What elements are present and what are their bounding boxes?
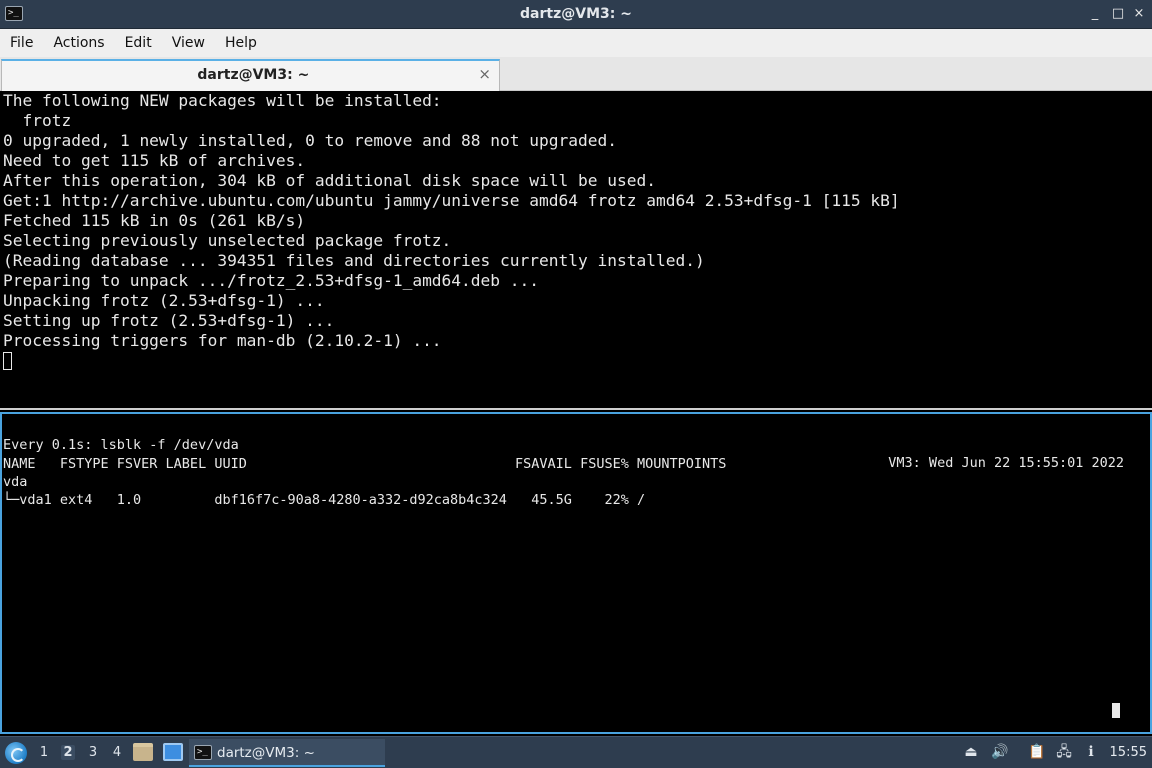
task-label: dartz@VM3: ~ <box>217 745 315 761</box>
terminal-line: Processing triggers for man-db (2.10.2-1… <box>3 331 442 350</box>
terminal-line: Preparing to unpack .../frotz_2.53+dfsg-… <box>3 271 540 290</box>
tab-close-icon[interactable]: × <box>478 65 491 83</box>
terminal-icon: >_ <box>194 745 212 760</box>
notification-icon[interactable]: ℹ <box>1082 743 1100 761</box>
watch-command: Every 0.1s: lsblk -f /dev/vda <box>3 437 239 453</box>
desktop-switch-4[interactable]: 4 <box>110 745 124 760</box>
text-cursor <box>3 352 12 370</box>
menu-bar: File Actions Edit View Help <box>0 29 1152 57</box>
watch-header: Every 0.1s: lsblk -f /dev/vda VM3: Wed J… <box>2 418 1150 471</box>
menu-help[interactable]: Help <box>225 35 257 51</box>
lsblk-header-row: NAME FSTYPE FSVER LABEL UUID FSAVAIL FSU… <box>3 456 727 472</box>
terminal-line: Need to get 115 kB of archives. <box>3 151 306 170</box>
clipboard-icon[interactable]: 📋 <box>1028 743 1046 761</box>
tab-bar: dartz@VM3: ~ × <box>0 57 1152 91</box>
terminal-line: frotz <box>3 111 72 130</box>
window-title: dartz@VM3: ~ <box>520 6 632 22</box>
terminal-pane-bottom[interactable]: Every 0.1s: lsblk -f /dev/vda VM3: Wed J… <box>0 412 1152 734</box>
tab-label: dartz@VM3: ~ <box>197 67 310 83</box>
menu-file[interactable]: File <box>10 35 33 51</box>
terminal-line: After this operation, 304 kB of addition… <box>3 171 656 190</box>
lsblk-output: NAME FSTYPE FSVER LABEL UUID FSAVAIL FSU… <box>2 455 726 509</box>
terminal-line: Get:1 http://archive.ubuntu.com/ubuntu j… <box>3 191 900 210</box>
desktop-switch-1[interactable]: 1 <box>37 745 51 760</box>
network-icon[interactable]: 🖧 <box>1055 743 1073 761</box>
menu-edit[interactable]: Edit <box>125 35 152 51</box>
file-manager-icon[interactable] <box>133 743 153 761</box>
clock[interactable]: 15:55 <box>1110 745 1147 760</box>
desktop-switch-3[interactable]: 3 <box>86 745 100 760</box>
taskbar-task-terminal[interactable]: >_ dartz@VM3: ~ <box>189 739 385 767</box>
menu-actions[interactable]: Actions <box>53 35 104 51</box>
lsblk-row: └─vda1 ext4 1.0 dbf16f7c-90a8-4280-a332-… <box>3 492 646 508</box>
terminal-line: The following NEW packages will be insta… <box>3 91 442 110</box>
menu-view[interactable]: View <box>172 35 205 51</box>
terminal-tab[interactable]: dartz@VM3: ~ × <box>1 59 500 91</box>
show-desktop-icon[interactable] <box>163 743 183 761</box>
start-menu-icon[interactable] <box>5 742 27 764</box>
minimize-button[interactable]: _ <box>1086 6 1104 24</box>
lsblk-row: vda <box>3 474 28 490</box>
eject-icon[interactable]: ⏏ <box>962 743 980 761</box>
text-cursor <box>1112 703 1120 718</box>
terminal-line: Setting up frotz (2.53+dfsg-1) ... <box>3 311 335 330</box>
terminal-line: Selecting previously unselected package … <box>3 231 452 250</box>
watch-timestamp: VM3: Wed Jun 22 15:55:01 2022 <box>888 455 1124 471</box>
terminal-line: (Reading database ... 394351 files and d… <box>3 251 705 270</box>
terminal-line: 0 upgraded, 1 newly installed, 0 to remo… <box>3 131 617 150</box>
taskbar: 1 2 3 4 >_ dartz@VM3: ~ ⏏ 🔊 📋 🖧 ℹ 15:55 <box>0 736 1152 768</box>
maximize-button[interactable]: □ <box>1109 6 1127 24</box>
close-window-button[interactable]: × <box>1130 6 1148 24</box>
terminal-line: Unpacking frotz (2.53+dfsg-1) ... <box>3 291 325 310</box>
volume-icon[interactable]: 🔊 <box>991 743 1009 761</box>
terminal-pane-top[interactable]: The following NEW packages will be insta… <box>0 91 1152 410</box>
title-bar: >_ dartz@VM3: ~ _ □ × <box>0 0 1152 29</box>
terminal-line: Fetched 115 kB in 0s (261 kB/s) <box>3 211 306 230</box>
desktop-switch-2[interactable]: 2 <box>61 745 75 760</box>
